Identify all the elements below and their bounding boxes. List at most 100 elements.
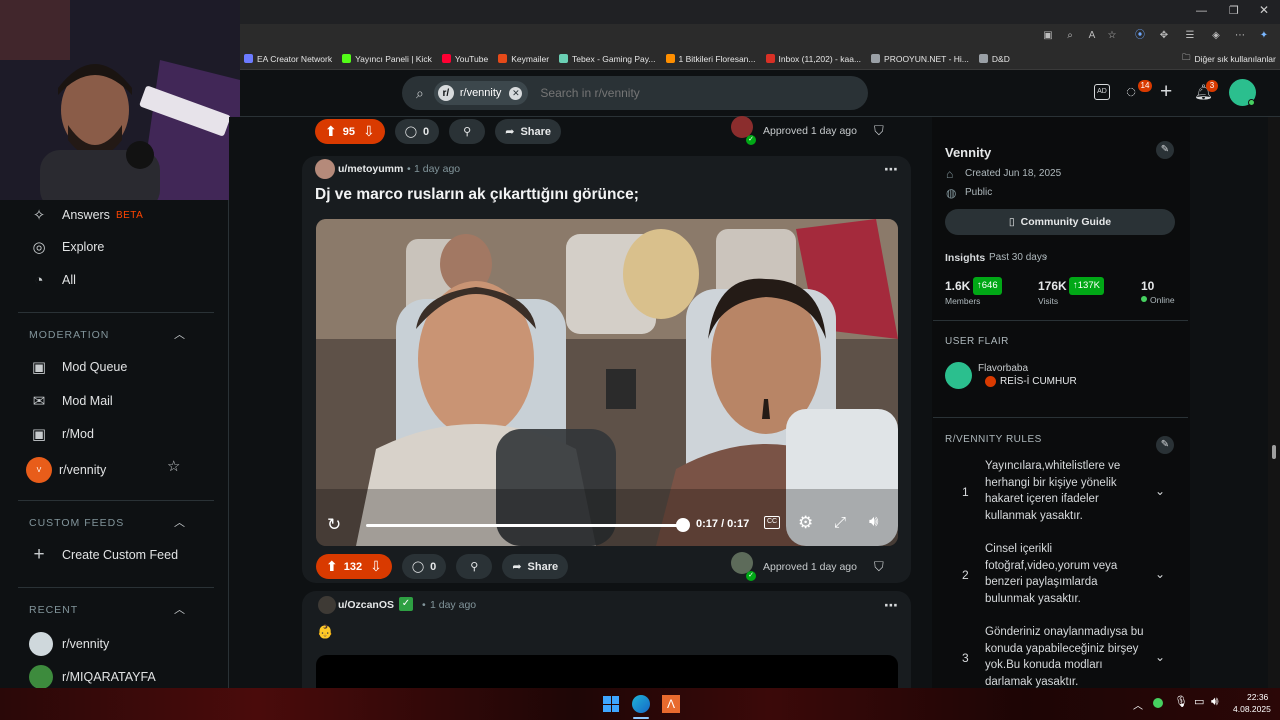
comments-button[interactable]: ◯ 0 (401, 554, 447, 579)
speaker-icon[interactable]: 🔊︎ (1211, 694, 1219, 709)
video-scrubber-handle[interactable] (676, 518, 690, 532)
read-aloud-icon[interactable]: A (1086, 30, 1098, 42)
network-icon[interactable]: ▭ (1194, 695, 1204, 708)
sidebar-item-mod-mail[interactable]: ✉ Mod Mail (29, 391, 113, 411)
favorite-star-icon[interactable]: ☆ (167, 457, 180, 475)
page-scrollbar[interactable] (1268, 117, 1280, 688)
more-options-icon[interactable]: ⋯ (884, 161, 898, 178)
chevron-up-icon[interactable]: ︿ (174, 514, 185, 530)
sidebar-item-r-vennity[interactable]: V r/vennity (26, 457, 106, 483)
settings-gear-icon[interactable]: ⚙ (798, 513, 813, 533)
edge-browser-icon[interactable] (632, 695, 650, 713)
copilot-icon[interactable]: ✦ (1258, 30, 1270, 42)
other-bookmarks-folder[interactable]: 🗀 Diğer sık kullanılanlar (1182, 52, 1276, 66)
mod-shield-icon[interactable]: ⛉ (874, 123, 884, 139)
chevron-up-icon[interactable]: ︿ (174, 326, 185, 342)
favorites-icon[interactable]: ☰ (1184, 30, 1196, 42)
edit-pencil-icon[interactable]: ✎ (1156, 436, 1174, 454)
chevron-down-icon[interactable]: ⌄ (1155, 650, 1165, 664)
app-available-icon[interactable]: ▣ (1042, 30, 1054, 42)
video-progress-track[interactable] (366, 524, 683, 527)
post-author[interactable]: u/metoyumm (338, 163, 403, 175)
comments-button[interactable]: ◯ 0 (394, 119, 440, 144)
zoom-icon[interactable]: ⌕ (1064, 30, 1076, 42)
bookmark-item[interactable]: Tebex - Gaming Pay... (559, 54, 656, 64)
favorite-star-icon[interactable]: ☆ (1106, 30, 1118, 42)
rule-item[interactable]: 2 Cinsel içerikli fotoğraf,video,yorum v… (945, 541, 1177, 616)
chevron-up-icon[interactable]: ︿ (174, 601, 185, 617)
share-button[interactable]: ➦ Share (495, 119, 562, 144)
tray-app-icon[interactable] (1153, 698, 1163, 708)
vote-button[interactable]: ⬆ 132 ⇩ (316, 554, 392, 579)
start-button-icon[interactable] (603, 696, 619, 712)
chevron-right-icon[interactable]: › (1044, 251, 1047, 262)
captions-icon[interactable]: CC (764, 516, 780, 529)
post-title[interactable]: Dj ve marco rusların ak çıkarttığını gör… (315, 186, 639, 204)
bookmark-item[interactable]: 1 Bitkileri Floresan... (665, 54, 756, 64)
upvote-icon[interactable]: ⬆ (326, 558, 338, 575)
replay-icon[interactable]: ↻ (327, 515, 341, 535)
search-bar[interactable]: ⌕ r/ r/vennity ✕ (402, 76, 868, 110)
award-button[interactable]: ⚲ (456, 554, 493, 579)
bookmark-favicon-icon (441, 54, 451, 63)
webcam-overlay (0, 0, 240, 200)
recent-item-r-vennity[interactable]: r/vennity (29, 632, 109, 656)
post-author[interactable]: u/OzcanOS (338, 599, 394, 611)
award-button[interactable]: ⚲ (449, 119, 486, 144)
chevron-down-icon[interactable]: ⌄ (1155, 567, 1165, 581)
clear-chip-icon[interactable]: ✕ (509, 86, 523, 100)
media-preview[interactable] (316, 655, 898, 688)
bookmark-item[interactable]: YouTube (441, 54, 488, 64)
community-chip[interactable]: r/ r/vennity ✕ (433, 81, 529, 105)
share-button[interactable]: ➦ Share (502, 554, 569, 579)
video-player[interactable]: ↻ 0:17 / 0:17 CC ⚙ ⤢ 🔊︎ (316, 219, 898, 546)
mod-shield-icon[interactable]: ⛉ (874, 559, 884, 575)
rule-item[interactable]: 3 Gönderiniz onaylanmadıysa bu konuda ya… (945, 624, 1177, 688)
chevron-down-icon[interactable]: ⌄ (1155, 484, 1165, 498)
sidebar-item-all[interactable]: ◔ All (29, 270, 75, 290)
app-icon[interactable]: Λ (662, 695, 680, 713)
author-avatar[interactable] (315, 159, 335, 179)
bookmark-favicon-icon (978, 54, 988, 63)
edit-pencil-icon[interactable]: ✎ (1156, 141, 1174, 159)
extension-icon[interactable]: ⦿ (1134, 30, 1146, 42)
bookmark-item[interactable]: EA Creator Network (244, 54, 332, 64)
comment-icon: ◯ (404, 126, 418, 138)
more-menu-icon[interactable]: ⋯ (1234, 30, 1246, 42)
chat-icon[interactable]: ◌ (1126, 82, 1136, 102)
rule-item[interactable]: 1 Yayıncılara,whitelistlere ve herhangi … (945, 458, 1177, 533)
vpn-icon[interactable]: ◈ (1210, 30, 1222, 42)
more-options-icon[interactable]: ⋯ (884, 597, 898, 614)
sidebar-item-answers[interactable]: ✧ Answers BETA (29, 205, 143, 225)
upvote-icon[interactable]: ⬆ (325, 123, 337, 140)
microphone-icon[interactable]: 🎙︎ (1174, 695, 1188, 708)
sidebar-item-r-mod[interactable]: ▣ r/Mod (29, 424, 94, 444)
vote-button[interactable]: ⬆ 95 ⇩ (315, 119, 385, 144)
extensions-puzzle-icon[interactable]: ✥ (1158, 30, 1170, 42)
ads-icon[interactable]: AD (1094, 84, 1110, 100)
create-post-icon[interactable]: + (1160, 80, 1172, 104)
restore-icon[interactable]: ❐ (1229, 4, 1239, 17)
tray-chevron-up-icon[interactable]: ︿ (1133, 697, 1143, 712)
bookmark-item[interactable]: PROOYUN.NET - Hi... (871, 54, 969, 64)
scrollbar-thumb[interactable] (1272, 445, 1276, 459)
author-avatar[interactable] (318, 596, 336, 614)
post-time: 1 day ago (430, 599, 477, 611)
downvote-icon[interactable]: ⇩ (370, 558, 382, 575)
create-custom-feed-button[interactable]: + Create Custom Feed (29, 544, 178, 565)
volume-icon[interactable]: 🔊︎ (869, 513, 878, 530)
bookmark-item[interactable]: Keymailer (498, 54, 549, 64)
bookmark-item[interactable]: Yayıncı Paneli | Kick (342, 54, 432, 64)
community-guide-button[interactable]: ▯ Community Guide (945, 209, 1175, 235)
sidebar-item-explore[interactable]: ◎ Explore (29, 237, 104, 257)
search-input[interactable] (540, 86, 841, 100)
close-window-icon[interactable]: ✕ (1259, 3, 1269, 17)
sidebar-item-mod-queue[interactable]: ▣ Mod Queue (29, 357, 127, 377)
insights-period[interactable]: Past 30 days (989, 252, 1047, 263)
minimize-icon[interactable]: — (1196, 5, 1207, 17)
bookmark-item[interactable]: Inbox (11,202) - kaa... (765, 54, 861, 64)
recent-item-r-miqaratayfa[interactable]: r/MIQARATAYFA (29, 665, 156, 689)
fullscreen-icon[interactable]: ⤢ (834, 514, 846, 531)
bookmark-item[interactable]: D&D (978, 54, 1010, 64)
downvote-icon[interactable]: ⇩ (363, 123, 375, 140)
